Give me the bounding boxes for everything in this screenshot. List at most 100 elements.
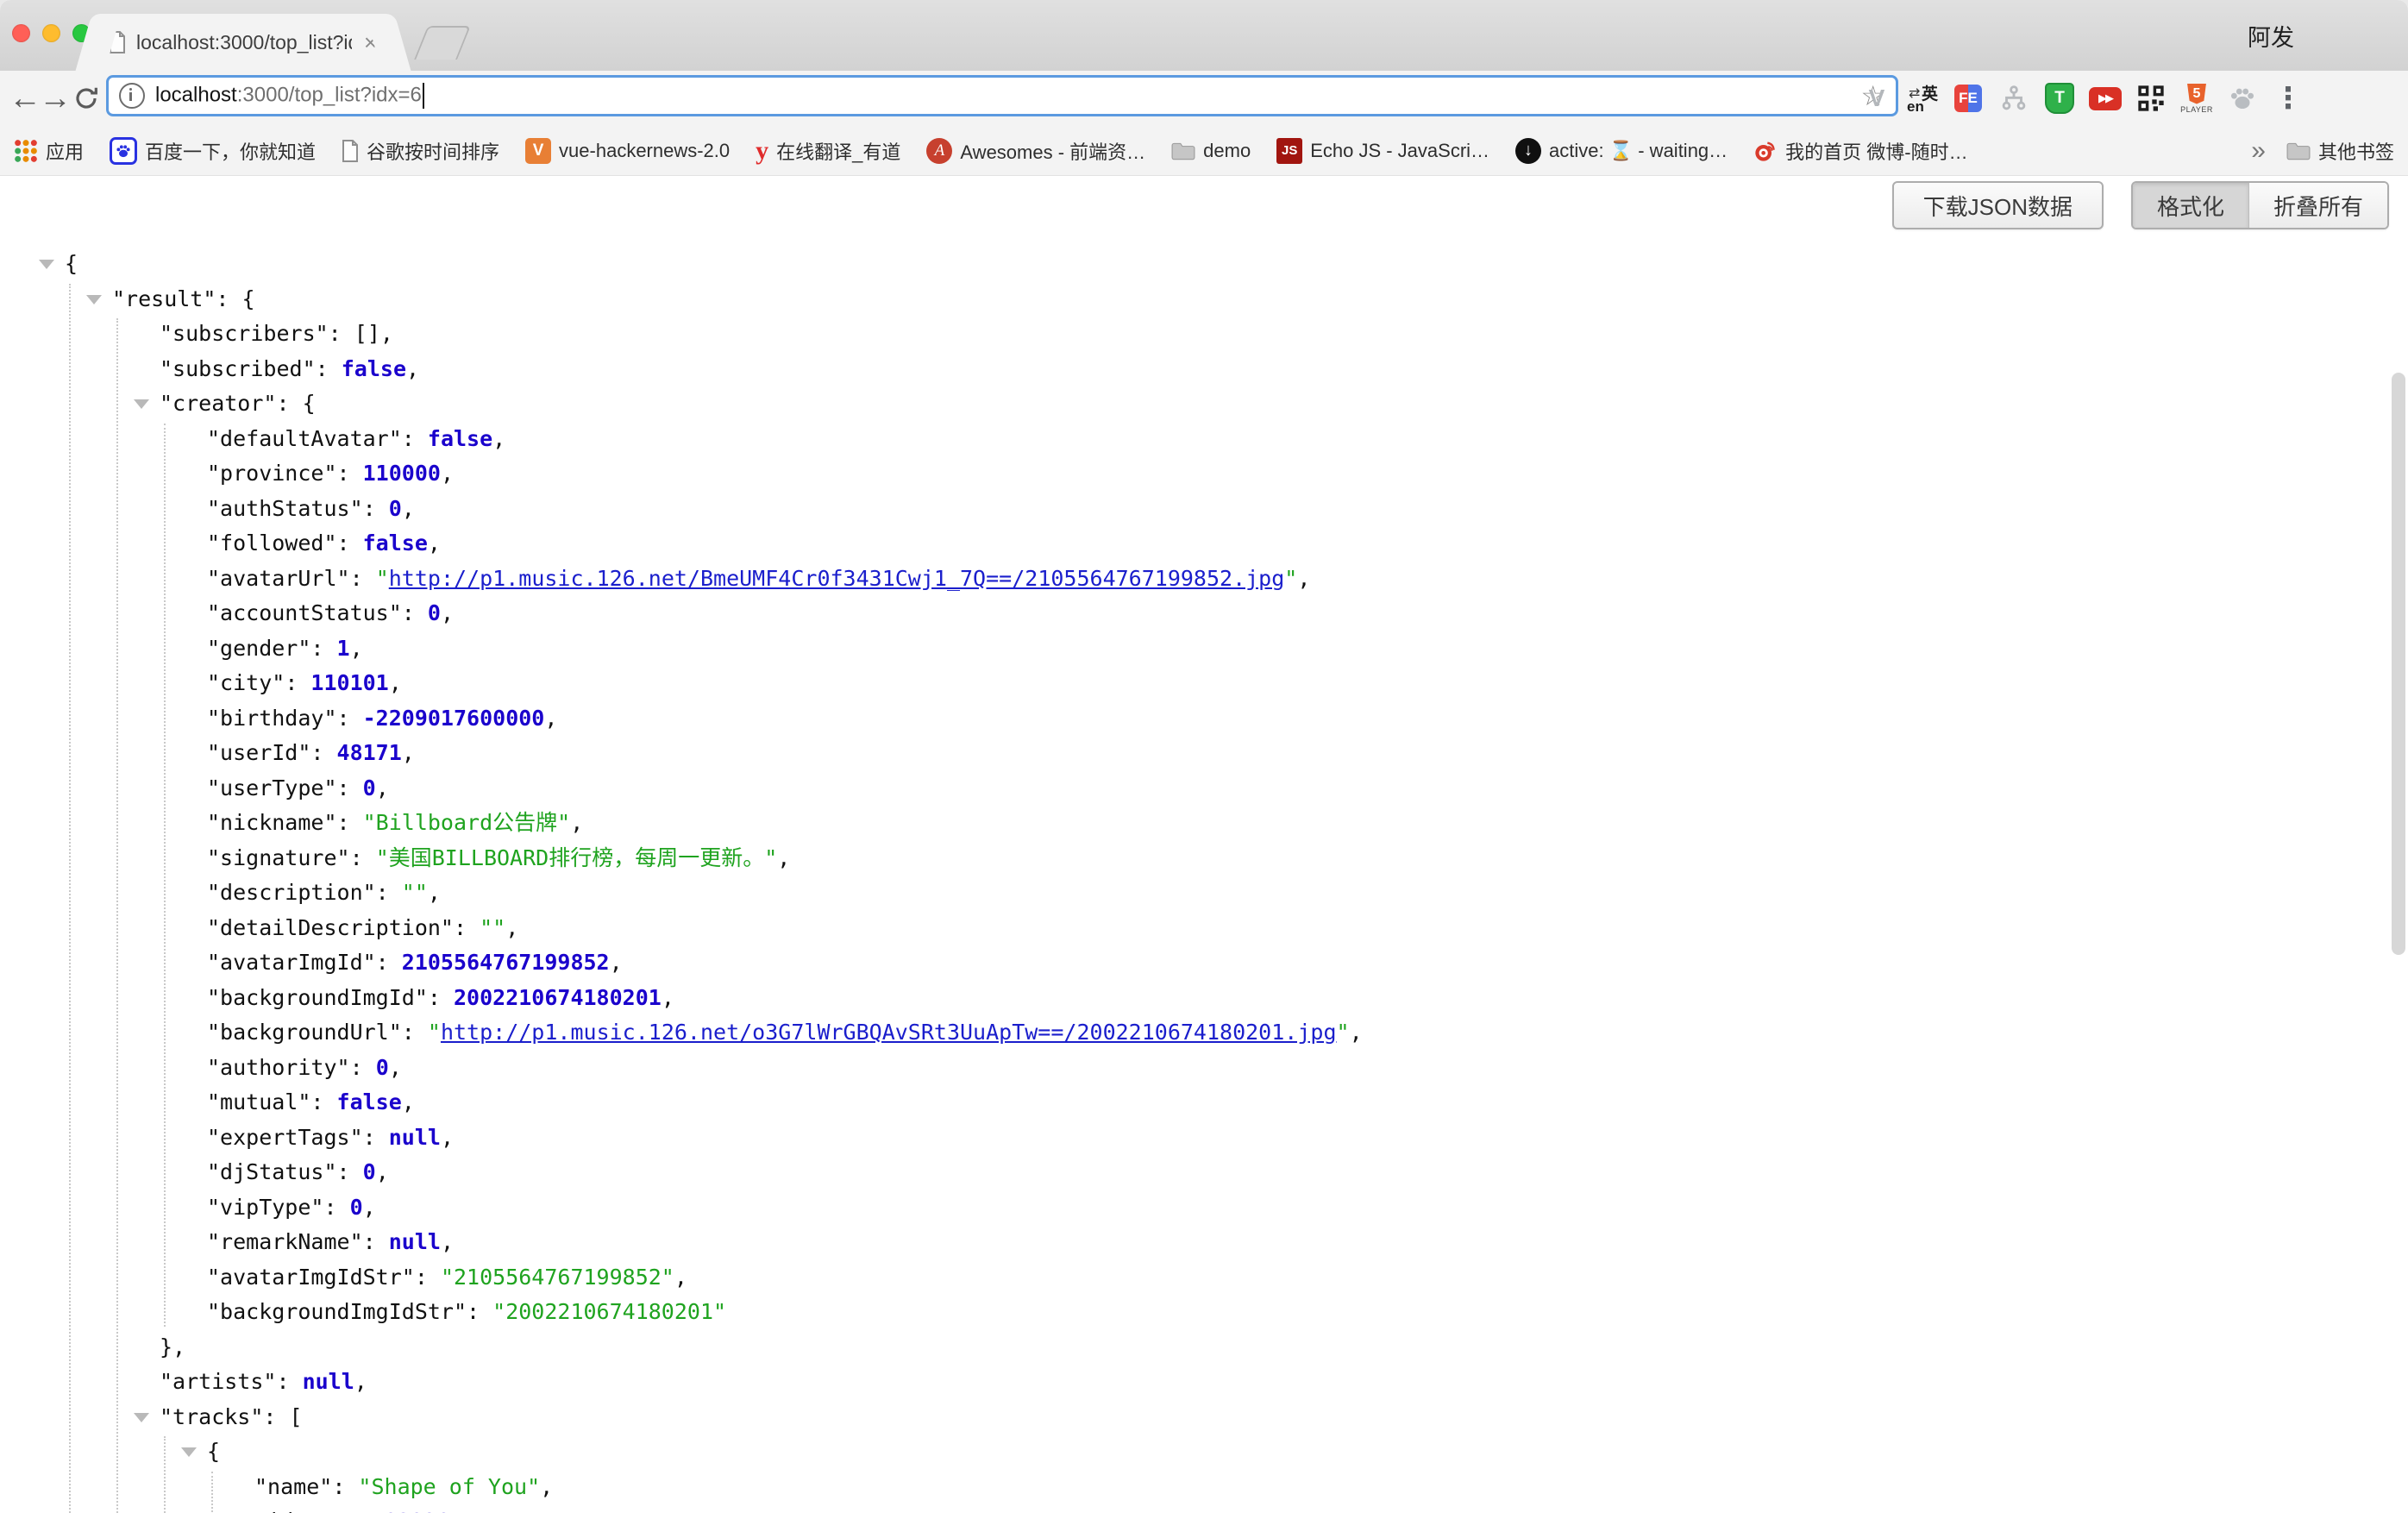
json-line: "gender": 1,	[0, 631, 2408, 667]
format-button[interactable]: 格式化	[2133, 183, 2248, 228]
json-line: {	[0, 247, 2408, 282]
bookmark-apps[interactable]: 应用	[14, 137, 84, 165]
omnibox[interactable]: localhost:3000/top_list?idx=6 ☆	[106, 75, 1898, 116]
close-window-button[interactable]	[12, 24, 30, 42]
json-token: ,	[610, 950, 623, 975]
tab-localhost[interactable]: localhost:3000/top_list?idx=6 ×	[97, 14, 390, 71]
bookmark-label: active: ⌛ - waiting…	[1549, 140, 1728, 162]
json-token: false	[363, 530, 428, 556]
collapse-arrow-icon[interactable]	[181, 1447, 197, 1457]
json-line: "authStatus": 0,	[0, 492, 2408, 527]
vue-devtools-icon[interactable]: V	[1860, 78, 1893, 118]
json-token: :	[332, 1474, 358, 1499]
json-token: "artists"	[160, 1369, 276, 1394]
json-token: ,	[354, 1369, 367, 1394]
json-token: "	[376, 566, 389, 591]
sitemap-icon[interactable]	[1997, 78, 2030, 118]
json-viewer-actions: 下载JSON数据 格式化 折叠所有	[1892, 181, 2389, 229]
bookmark-label: 谷歌按时间排序	[367, 137, 499, 165]
json-line: "nickname": "Billboard公告牌",	[0, 806, 2408, 841]
translate-icon[interactable]: ⇄ 英 en	[1906, 78, 1939, 118]
json-token: :	[285, 670, 310, 695]
paw-extension-icon[interactable]	[2226, 78, 2259, 118]
json-token: "userId"	[207, 740, 310, 765]
browser-profile-name[interactable]: 阿发	[2248, 19, 2294, 53]
other-bookmarks[interactable]: 其他书签	[2286, 137, 2394, 165]
json-token: false	[337, 1089, 402, 1114]
json-token: },	[160, 1334, 185, 1359]
collapse-arrow-icon[interactable]	[86, 295, 102, 304]
json-token: "avatarUrl"	[207, 566, 350, 591]
html5-player-icon[interactable]: 5 PLAYER	[2180, 78, 2213, 118]
indent-guide	[211, 1472, 213, 1513]
bookmark-baidu[interactable]: 百度一下，你就知道	[110, 137, 316, 165]
bookmark-youdao[interactable]: y 在线翻译_有道	[756, 136, 900, 166]
fastforward-player-icon[interactable]: ▶▶	[2089, 78, 2122, 118]
json-token: :	[350, 566, 376, 591]
bookmarks-overflow-icon[interactable]: »	[2251, 136, 2266, 166]
folder-icon	[1171, 141, 1195, 160]
json-token: "nickname"	[207, 810, 337, 835]
json-token: false	[428, 426, 492, 451]
json-link[interactable]: http://p1.music.126.net/o3G7lWrGBQAvSRt3…	[441, 1020, 1337, 1045]
collapse-arrow-icon[interactable]	[134, 399, 149, 409]
bookmark-demo-folder[interactable]: demo	[1171, 140, 1251, 162]
json-line: "city": 110101,	[0, 666, 2408, 701]
json-token: ,	[402, 496, 415, 521]
json-token: "	[1284, 566, 1297, 591]
json-line: "backgroundUrl": "http://p1.music.126.ne…	[0, 1015, 2408, 1051]
json-line: "artists": null,	[0, 1365, 2408, 1400]
json-token: "city"	[207, 670, 285, 695]
browser-menu-icon[interactable]: ⋮	[2272, 78, 2305, 118]
bookmark-active-download[interactable]: ↓ active: ⌛ - waiting…	[1515, 138, 1728, 164]
bookmark-vue-hackernews[interactable]: V vue-hackernews-2.0	[525, 138, 730, 164]
reload-icon[interactable]	[67, 71, 105, 126]
json-line: "accountStatus": 0,	[0, 596, 2408, 631]
json-token: ,	[376, 775, 389, 800]
collapse-arrow-icon[interactable]	[39, 260, 54, 269]
indent-guide	[164, 424, 166, 1327]
bookmark-echojs[interactable]: JS Echo JS - JavaScri…	[1276, 138, 1489, 164]
tab-close-icon[interactable]: ×	[364, 31, 377, 53]
json-token: "id"	[254, 1509, 306, 1513]
bookmark-awesomes[interactable]: A Awesomes - 前端资…	[926, 137, 1145, 165]
vertical-scrollbar[interactable]	[2392, 373, 2405, 955]
json-token: "	[428, 1020, 441, 1045]
json-token: 451703096	[332, 1509, 448, 1513]
json-token: :	[337, 530, 363, 556]
json-token: "gender"	[207, 636, 310, 661]
indent-guide	[116, 318, 118, 1513]
json-token: "美国BILLBOARD排行榜，每周一更新。"	[376, 845, 778, 870]
collapse-all-button[interactable]: 折叠所有	[2248, 183, 2387, 228]
json-token: :	[428, 985, 454, 1010]
json-token: -2209017600000	[363, 706, 545, 731]
download-json-button[interactable]: 下载JSON数据	[1892, 181, 2104, 229]
json-link[interactable]: http://p1.music.126.net/BmeUMF4Cr0f3431C…	[389, 566, 1285, 591]
page-info-icon[interactable]	[119, 83, 145, 109]
json-token: ,	[402, 740, 415, 765]
bookmark-label: 我的首页 微博-随时…	[1785, 137, 1967, 165]
qrcode-icon[interactable]	[2135, 78, 2167, 118]
new-tab-button[interactable]	[414, 26, 471, 60]
json-line: "tracks": [	[0, 1400, 2408, 1435]
json-line: "authority": 0,	[0, 1051, 2408, 1086]
json-token: :	[402, 600, 428, 625]
json-token: {	[65, 251, 78, 276]
json-token: "2002210674180201"	[492, 1299, 726, 1324]
json-token: "avatarImgIdStr"	[207, 1265, 415, 1290]
json-token: ,	[406, 356, 419, 381]
json-token: :	[306, 1509, 332, 1513]
bookmark-weibo[interactable]: 我的首页 微博-随时…	[1753, 137, 1967, 165]
json-line: "detailDescription": "",	[0, 911, 2408, 946]
json-line: {	[0, 1435, 2408, 1470]
tampermonkey-icon[interactable]: T	[2043, 78, 2076, 118]
bookmark-google-sort[interactable]: 谷歌按时间排序	[342, 137, 499, 165]
minimize-window-button[interactable]	[42, 24, 60, 42]
collapse-arrow-icon[interactable]	[134, 1413, 149, 1422]
bookmark-label: Echo JS - JavaScri…	[1310, 140, 1489, 162]
vue-icon: V	[525, 138, 551, 164]
json-line: "signature": "美国BILLBOARD排行榜，每周一更新。",	[0, 841, 2408, 876]
json-token: 2002210674180201	[454, 985, 662, 1010]
json-token: "vipType"	[207, 1195, 323, 1220]
fe-extension-icon[interactable]: FE	[1952, 78, 1985, 118]
